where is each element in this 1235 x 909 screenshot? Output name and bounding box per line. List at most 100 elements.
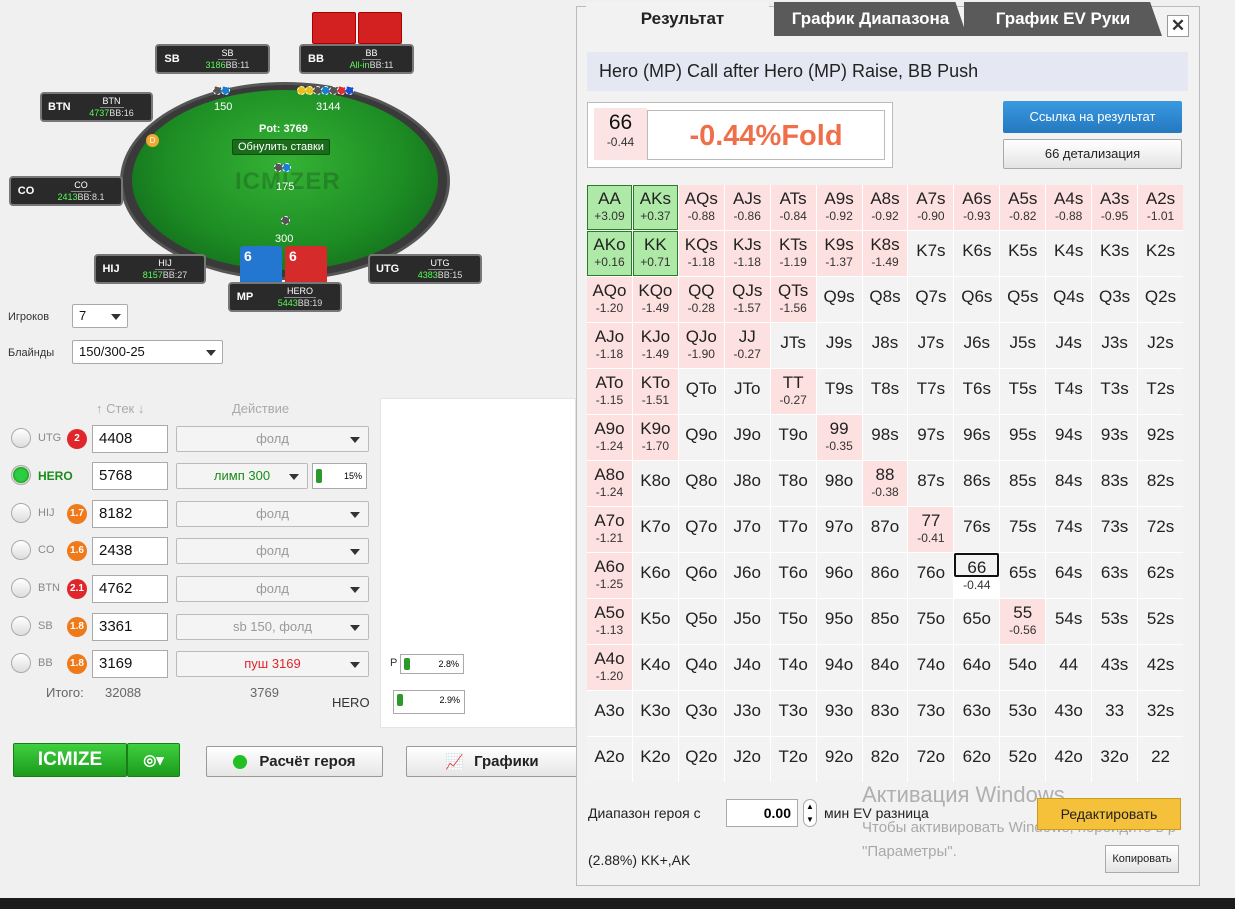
hand-cell[interactable]: A9s -0.92 bbox=[816, 185, 862, 230]
hand-cell[interactable]: 98s bbox=[862, 415, 908, 460]
hand-cell[interactable]: 55 -0.56 bbox=[1000, 599, 1046, 644]
hand-cell[interactable]: A6o -1.25 bbox=[587, 553, 632, 598]
hand-cell[interactable]: 64s bbox=[1046, 553, 1092, 598]
hand-cell[interactable]: J7o bbox=[724, 507, 770, 552]
hand-cell[interactable]: Q4s bbox=[1046, 277, 1092, 322]
result-link-button[interactable]: Ссылка на результат bbox=[1003, 101, 1182, 133]
seat-co[interactable]: CO CO 2413BB:8.1 bbox=[9, 176, 123, 206]
hand-cell[interactable]: JTs bbox=[770, 323, 816, 368]
hand-cell[interactable]: A8s -0.92 bbox=[862, 185, 908, 230]
hand-cell[interactable]: J4s bbox=[1046, 323, 1092, 368]
hand-cell[interactable]: 65o bbox=[954, 599, 1000, 644]
hand-cell[interactable]: T3s bbox=[1092, 369, 1138, 414]
hand-cell[interactable]: 76o bbox=[908, 553, 954, 598]
hand-cell[interactable]: QJs -1.57 bbox=[724, 277, 770, 322]
tab-result[interactable]: Результат bbox=[586, 2, 779, 36]
hand-cell[interactable]: T4s bbox=[1046, 369, 1092, 414]
seat-sb[interactable]: SB SB 3186BB:11 bbox=[155, 44, 270, 74]
hand-cell[interactable]: T9s bbox=[816, 369, 862, 414]
hand-cell[interactable]: 82o bbox=[862, 737, 908, 782]
hand-cell[interactable]: 95o bbox=[816, 599, 862, 644]
hand-cell[interactable]: 86o bbox=[862, 553, 908, 598]
hand-cell[interactable]: T8s bbox=[862, 369, 908, 414]
hand-cell[interactable]: 66 -0.44 bbox=[954, 553, 1000, 592]
edit-button[interactable]: Редактировать bbox=[1037, 798, 1181, 830]
hand-cell[interactable]: 53s bbox=[1092, 599, 1138, 644]
hand-cell[interactable]: JJ -0.27 bbox=[724, 323, 770, 368]
hand-cell[interactable]: 73s bbox=[1092, 507, 1138, 552]
hand-cell[interactable]: QQ -0.28 bbox=[678, 277, 724, 322]
hand-cell[interactable]: A5s -0.82 bbox=[1000, 185, 1046, 230]
hand-cell[interactable]: J9s bbox=[816, 323, 862, 368]
tab-range-chart[interactable]: График Диапазона bbox=[774, 2, 967, 36]
hand-cell[interactable]: 83o bbox=[862, 691, 908, 736]
player-radio[interactable] bbox=[11, 540, 31, 560]
hand-cell[interactable]: 42s bbox=[1138, 645, 1183, 690]
hand-cell[interactable]: 75s bbox=[1000, 507, 1046, 552]
hand-cell[interactable]: KJo -1.49 bbox=[632, 323, 678, 368]
hand-cell[interactable]: 92o bbox=[816, 737, 862, 782]
hand-cell[interactable]: K6o bbox=[632, 553, 678, 598]
seat-mp-hero[interactable]: MP HERO 5443BB:19 bbox=[228, 282, 342, 312]
hand-cell[interactable]: 93o bbox=[816, 691, 862, 736]
hand-cell[interactable]: AKs +0.37 bbox=[632, 185, 678, 230]
ev-diff-input[interactable]: 0.00 bbox=[726, 799, 798, 827]
hand-cell[interactable]: 43o bbox=[1046, 691, 1092, 736]
hand-cell[interactable]: AKo +0.16 bbox=[587, 231, 632, 276]
hand-cell[interactable]: Q9o bbox=[678, 415, 724, 460]
hand-cell[interactable]: 97o bbox=[816, 507, 862, 552]
hand-cell[interactable]: ATs -0.84 bbox=[770, 185, 816, 230]
player-radio[interactable] bbox=[11, 653, 31, 673]
hand-cell[interactable]: A8o -1.24 bbox=[587, 461, 632, 506]
hand-detail-button[interactable]: 66 детализация bbox=[1003, 139, 1182, 169]
hand-cell[interactable]: 93s bbox=[1092, 415, 1138, 460]
hand-cell[interactable]: J8s bbox=[862, 323, 908, 368]
hand-cell[interactable]: K5s bbox=[1000, 231, 1046, 276]
hand-cell[interactable]: K2s bbox=[1138, 231, 1183, 276]
hand-cell[interactable]: 76s bbox=[954, 507, 1000, 552]
seat-utg[interactable]: UTG UTG 4383BB:15 bbox=[368, 254, 482, 284]
hand-cell[interactable]: T6o bbox=[770, 553, 816, 598]
hand-cell[interactable]: 74o bbox=[908, 645, 954, 690]
hand-cell[interactable]: J3o bbox=[724, 691, 770, 736]
hand-cell[interactable]: Q3s bbox=[1092, 277, 1138, 322]
hand-cell[interactable]: T6s bbox=[954, 369, 1000, 414]
hand-cell[interactable]: Q3o bbox=[678, 691, 724, 736]
hand-cell[interactable]: K7o bbox=[632, 507, 678, 552]
hand-cell[interactable]: J6s bbox=[954, 323, 1000, 368]
close-icon[interactable]: ✕ bbox=[1167, 15, 1189, 37]
hand-cell[interactable]: Q4o bbox=[678, 645, 724, 690]
hand-cell[interactable]: Q7s bbox=[908, 277, 954, 322]
seat-btn[interactable]: BTN BTN 4737BB:16 bbox=[40, 92, 153, 122]
player-action-select[interactable]: лимп 300 bbox=[176, 463, 308, 489]
hand-cell[interactable]: KJs -1.18 bbox=[724, 231, 770, 276]
hand-cell[interactable]: K9o -1.70 bbox=[632, 415, 678, 460]
hand-cell[interactable]: 74s bbox=[1046, 507, 1092, 552]
player-stack-input[interactable]: 3361 bbox=[92, 613, 168, 641]
hand-cell[interactable]: 54o bbox=[1000, 645, 1046, 690]
hand-cell[interactable]: J5o bbox=[724, 599, 770, 644]
player-radio[interactable] bbox=[11, 428, 31, 448]
player-stack-input[interactable]: 5768 bbox=[92, 462, 168, 490]
hand-cell[interactable]: 32o bbox=[1092, 737, 1138, 782]
tab-ev-chart[interactable]: График EV Руки bbox=[964, 2, 1162, 36]
hand-cell[interactable]: AA +3.09 bbox=[587, 185, 632, 230]
player-stack-input[interactable]: 3169 bbox=[92, 650, 168, 678]
hand-cell[interactable]: 22 bbox=[1138, 737, 1183, 782]
hand-cell[interactable]: 96s bbox=[954, 415, 1000, 460]
hand-cell[interactable]: 97s bbox=[908, 415, 954, 460]
hand-cell[interactable]: AJo -1.18 bbox=[587, 323, 632, 368]
hand-cell[interactable]: A6s -0.93 bbox=[954, 185, 1000, 230]
hand-cell[interactable]: 75o bbox=[908, 599, 954, 644]
hand-cell[interactable]: J5s bbox=[1000, 323, 1046, 368]
hand-cell[interactable]: A3s -0.95 bbox=[1092, 185, 1138, 230]
hand-cell[interactable]: 52s bbox=[1138, 599, 1183, 644]
hand-cell[interactable]: KQs -1.18 bbox=[678, 231, 724, 276]
player-radio[interactable] bbox=[11, 616, 31, 636]
player-stack-input[interactable]: 4762 bbox=[92, 575, 168, 603]
hand-cell[interactable]: 63s bbox=[1092, 553, 1138, 598]
hand-cell[interactable]: 44 bbox=[1046, 645, 1092, 690]
hand-cell[interactable]: 62s bbox=[1138, 553, 1183, 598]
player-stack-input[interactable]: 4408 bbox=[92, 425, 168, 453]
hand-cell[interactable]: 94s bbox=[1046, 415, 1092, 460]
